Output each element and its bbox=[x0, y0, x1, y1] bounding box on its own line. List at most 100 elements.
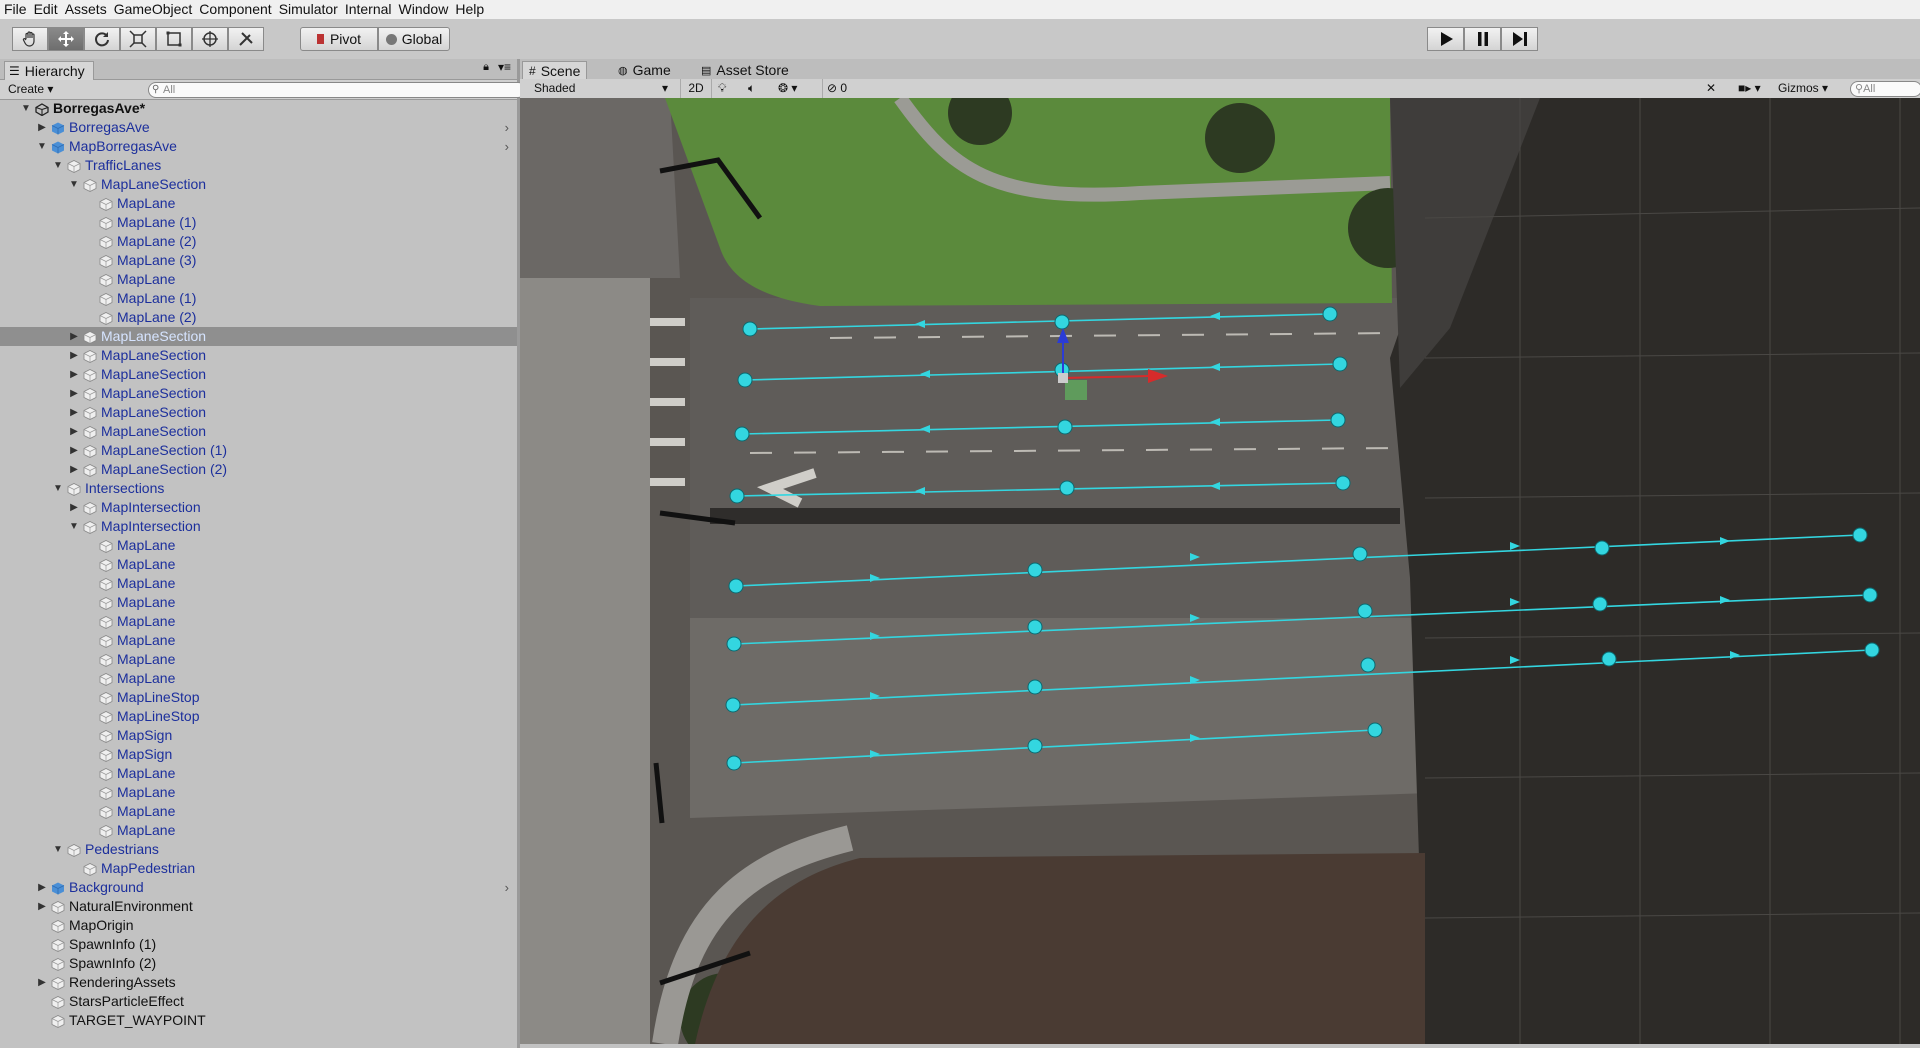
hierarchy-row[interactable]: ▼ MapBorregasAve › bbox=[0, 137, 517, 156]
hierarchy-row[interactable]: MapSign bbox=[0, 745, 517, 764]
hierarchy-row[interactable]: StarsParticleEffect bbox=[0, 992, 517, 1011]
hierarchy-row[interactable]: ▶ MapLaneSection bbox=[0, 422, 517, 441]
gizmos-dropdown[interactable]: Gizmos ▾ bbox=[1778, 79, 1828, 98]
menu-edit[interactable]: Edit bbox=[30, 0, 61, 19]
hierarchy-row[interactable]: SpawnInfo (1) bbox=[0, 935, 517, 954]
hierarchy-row[interactable]: MapLane bbox=[0, 821, 517, 840]
hierarchy-row[interactable]: ▶ RenderingAssets bbox=[0, 973, 517, 992]
hierarchy-row[interactable]: ▶ MapLaneSection (2) bbox=[0, 460, 517, 479]
pause-button[interactable] bbox=[1464, 27, 1501, 51]
hierarchy-row[interactable]: MapLane bbox=[0, 593, 517, 612]
transform-tool-button[interactable] bbox=[192, 27, 228, 51]
expand-down-icon[interactable]: ▼ bbox=[52, 479, 64, 498]
expand-down-icon[interactable]: ▼ bbox=[36, 137, 48, 156]
hierarchy-row[interactable]: ▼ Intersections bbox=[0, 479, 517, 498]
hierarchy-row[interactable]: ▶ BorregasAve › bbox=[0, 118, 517, 137]
step-button[interactable] bbox=[1501, 27, 1538, 51]
hierarchy-search-input[interactable]: ⚲ All bbox=[148, 82, 526, 98]
scene-viewport[interactable] bbox=[520, 98, 1920, 1044]
hierarchy-row[interactable]: ▶ MapLaneSection bbox=[0, 346, 517, 365]
menu-help[interactable]: Help bbox=[451, 0, 487, 19]
hierarchy-row[interactable]: MapLane bbox=[0, 650, 517, 669]
tab-scene[interactable]: # Scene bbox=[522, 61, 588, 80]
menu-assets[interactable]: Assets bbox=[61, 0, 110, 19]
hierarchy-row[interactable]: MapLane bbox=[0, 631, 517, 650]
hierarchy-row[interactable]: MapLane bbox=[0, 783, 517, 802]
custom-tool-button[interactable] bbox=[228, 27, 264, 51]
global-toggle[interactable]: Global bbox=[378, 27, 450, 51]
open-prefab-icon[interactable]: › bbox=[505, 118, 509, 137]
hierarchy-row[interactable]: ▼ MapIntersection bbox=[0, 517, 517, 536]
menu-file[interactable]: File bbox=[0, 0, 30, 19]
tab-asset-store[interactable]: ▤ Asset Store bbox=[695, 61, 795, 79]
hierarchy-row[interactable]: MapLane bbox=[0, 270, 517, 289]
hierarchy-row[interactable]: MapLane (1) bbox=[0, 289, 517, 308]
hierarchy-row[interactable]: MapLineStop bbox=[0, 688, 517, 707]
hierarchy-row[interactable]: MapLane bbox=[0, 669, 517, 688]
hierarchy-row[interactable]: MapLane bbox=[0, 536, 517, 555]
hierarchy-row[interactable]: ▶ MapLaneSection bbox=[0, 403, 517, 422]
hierarchy-row[interactable]: MapLane bbox=[0, 612, 517, 631]
hierarchy-row[interactable]: ▶ Background › bbox=[0, 878, 517, 897]
hidden-objects-toggle[interactable]: ⊘ 0 bbox=[822, 79, 847, 98]
pivot-toggle[interactable]: Pivot bbox=[300, 27, 378, 51]
collapse-right-icon[interactable]: ▶ bbox=[68, 441, 80, 460]
collapse-right-icon[interactable]: ▶ bbox=[68, 403, 80, 422]
hierarchy-row[interactable]: MapLane bbox=[0, 574, 517, 593]
hierarchy-row[interactable]: ▶ MapLaneSection bbox=[0, 327, 517, 346]
menu-simulator[interactable]: Simulator bbox=[275, 0, 341, 19]
hierarchy-row[interactable]: ▶ MapLaneSection bbox=[0, 384, 517, 403]
hierarchy-row[interactable]: MapLane (3) bbox=[0, 251, 517, 270]
collapse-right-icon[interactable]: ▶ bbox=[68, 365, 80, 384]
hierarchy-row[interactable]: TARGET_WAYPOINT bbox=[0, 1011, 517, 1030]
tab-hierarchy[interactable]: ☰ Hierarchy bbox=[4, 61, 94, 80]
expand-down-icon[interactable]: ▼ bbox=[68, 175, 80, 194]
rotate-tool-button[interactable] bbox=[84, 27, 120, 51]
hierarchy-row[interactable]: ▼ Pedestrians bbox=[0, 840, 517, 859]
tab-game[interactable]: ◍ Game bbox=[612, 61, 677, 79]
audio-icon[interactable]: 🔈︎ bbox=[748, 79, 755, 98]
hierarchy-row[interactable]: ▶ MapLaneSection (1) bbox=[0, 441, 517, 460]
hierarchy-row[interactable]: ▶ NaturalEnvironment bbox=[0, 897, 517, 916]
effects-icon[interactable]: ❂ ▾ bbox=[778, 79, 797, 98]
hierarchy-row[interactable]: MapLane (2) bbox=[0, 232, 517, 251]
create-dropdown[interactable]: Create ▾ bbox=[8, 81, 53, 98]
scale-tool-button[interactable] bbox=[120, 27, 156, 51]
hierarchy-row[interactable]: ▼ TrafficLanes bbox=[0, 156, 517, 175]
lighting-icon[interactable]: 💡︎ bbox=[718, 79, 726, 98]
lock-icon[interactable]: 🔒︎ bbox=[483, 61, 489, 74]
expand-down-icon[interactable]: ▼ bbox=[52, 840, 64, 859]
hierarchy-row[interactable]: MapOrigin bbox=[0, 916, 517, 935]
2d-toggle[interactable]: 2D bbox=[680, 79, 712, 98]
hierarchy-row[interactable]: ▼ BorregasAve* bbox=[0, 99, 517, 118]
menu-window[interactable]: Window bbox=[395, 0, 452, 19]
hierarchy-row[interactable]: MapLane bbox=[0, 194, 517, 213]
expand-down-icon[interactable]: ▼ bbox=[52, 156, 64, 175]
menu-component[interactable]: Component bbox=[195, 0, 274, 19]
hierarchy-row[interactable]: ▶ MapLaneSection bbox=[0, 365, 517, 384]
hierarchy-row[interactable]: MapLane (1) bbox=[0, 213, 517, 232]
camera-icon[interactable]: ■▸ ▾ bbox=[1738, 79, 1761, 98]
collapse-right-icon[interactable]: ▶ bbox=[36, 878, 48, 897]
collapse-right-icon[interactable]: ▶ bbox=[68, 422, 80, 441]
move-tool-button[interactable] bbox=[48, 27, 84, 51]
collapse-right-icon[interactable]: ▶ bbox=[36, 897, 48, 916]
tools-toggle-icon[interactable]: ✕ bbox=[1706, 79, 1716, 98]
hierarchy-row[interactable]: MapPedestrian bbox=[0, 859, 517, 878]
shading-mode-dropdown[interactable]: Shaded ▾ bbox=[534, 79, 674, 98]
menu-internal[interactable]: Internal bbox=[341, 0, 395, 19]
hand-tool-button[interactable] bbox=[12, 27, 48, 51]
collapse-right-icon[interactable]: ▶ bbox=[68, 346, 80, 365]
open-prefab-icon[interactable]: › bbox=[505, 137, 509, 156]
collapse-right-icon[interactable]: ▶ bbox=[68, 498, 80, 517]
hierarchy-row[interactable]: SpawnInfo (2) bbox=[0, 954, 517, 973]
hierarchy-row[interactable]: MapLane bbox=[0, 764, 517, 783]
collapse-right-icon[interactable]: ▶ bbox=[36, 118, 48, 137]
scene-render[interactable] bbox=[520, 98, 1920, 1044]
hierarchy-row[interactable]: ▼ MapLaneSection bbox=[0, 175, 517, 194]
open-prefab-icon[interactable]: › bbox=[505, 878, 509, 897]
menu-gameobject[interactable]: GameObject bbox=[110, 0, 196, 19]
scene-search-input[interactable]: ⚲All bbox=[1850, 81, 1920, 97]
hierarchy-row[interactable]: MapSign bbox=[0, 726, 517, 745]
hierarchy-row[interactable]: ▶ MapIntersection bbox=[0, 498, 517, 517]
